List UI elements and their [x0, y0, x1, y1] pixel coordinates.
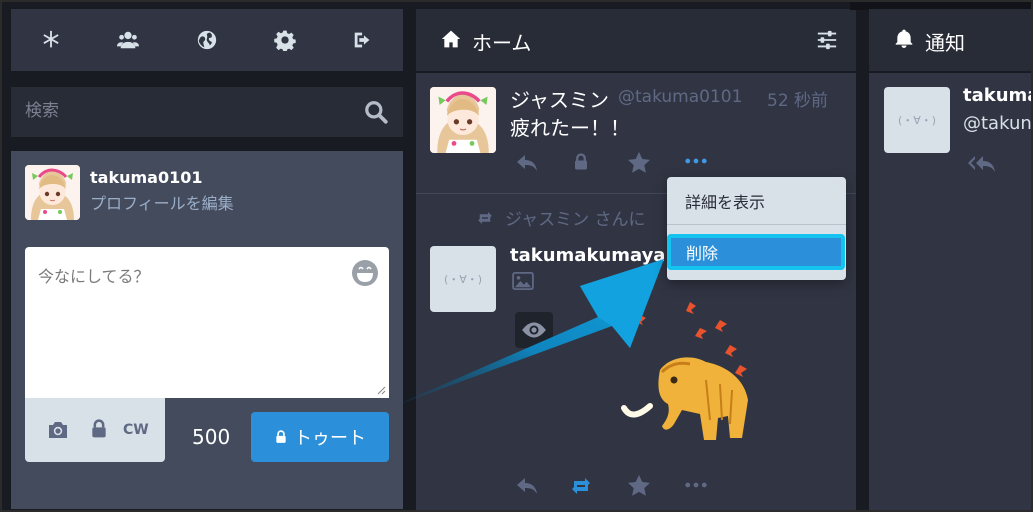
favourite-star-icon[interactable]: [627, 474, 651, 498]
edit-profile-link[interactable]: プロフィールを編集: [90, 190, 234, 214]
home-icon: [441, 30, 461, 48]
my-username[interactable]: takuma0101: [90, 168, 202, 187]
resize-grip-icon[interactable]: [376, 385, 386, 395]
notifications-column-header: 通知: [869, 9, 1033, 71]
notification-avatar[interactable]: (・∀・): [884, 87, 950, 153]
reblog-notice-text[interactable]: ジャスミン さんに: [505, 205, 646, 230]
users-icon[interactable]: [114, 26, 142, 54]
status-avatar[interactable]: [430, 87, 496, 153]
globe-icon[interactable]: [193, 26, 221, 54]
notifications-column-title[interactable]: 通知: [925, 27, 965, 56]
status-display-name[interactable]: takumakumayak: [510, 245, 677, 266]
gear-icon[interactable]: [271, 26, 299, 54]
more-ellipsis-icon[interactable]: [685, 157, 707, 165]
toot-button-label: トゥート: [294, 428, 366, 449]
lock-icon: [276, 430, 286, 443]
menu-item-delete[interactable]: 削除: [667, 234, 845, 270]
bell-icon: [895, 29, 913, 48]
menu-divider: [667, 224, 846, 225]
search-input[interactable]: [25, 101, 345, 121]
media-visibility-toggle[interactable]: [515, 312, 553, 348]
notification-acct[interactable]: @takun: [963, 113, 1032, 134]
menu-item-delete-label: 削除: [686, 244, 719, 263]
camera-icon[interactable]: [45, 418, 71, 442]
home-column-header: ホーム: [416, 9, 856, 71]
home-column-title[interactable]: ホーム: [472, 27, 531, 56]
reblog-notice: ジャスミン さんに: [475, 205, 646, 230]
status-timestamp[interactable]: 52 秒前: [767, 86, 828, 111]
eye-icon: [522, 322, 546, 338]
column-settings-icon[interactable]: [816, 29, 838, 51]
compose-textarea[interactable]: [38, 263, 338, 373]
character-counter: 500: [192, 425, 231, 449]
image-icon: [512, 272, 534, 290]
favourite-star-icon[interactable]: [627, 151, 651, 175]
compose-tools: CW: [25, 398, 165, 462]
status-acct[interactable]: @takuma0101: [618, 87, 742, 107]
lock-icon[interactable]: [89, 418, 109, 440]
lock-icon: [572, 152, 590, 172]
mastodon-image[interactable]: [600, 290, 770, 450]
more-ellipsis-icon[interactable]: [685, 481, 707, 489]
search-icon[interactable]: [363, 99, 389, 125]
retweet-icon: [478, 211, 492, 224]
toot-button[interactable]: トゥート: [251, 412, 389, 462]
status-display-name[interactable]: ジャスミン: [510, 84, 609, 113]
logout-icon[interactable]: [349, 26, 377, 54]
asterisk-icon[interactable]: [37, 26, 65, 54]
reply-all-icon[interactable]: [967, 152, 997, 176]
reply-icon[interactable]: [514, 151, 540, 175]
cw-button[interactable]: CW: [123, 422, 149, 438]
boost-icon[interactable]: [567, 474, 595, 498]
my-avatar[interactable]: [25, 165, 80, 220]
drawer-nav: [11, 9, 403, 71]
search-bar: [11, 87, 403, 137]
status-content: 疲れたー！！: [510, 116, 630, 140]
compose-box: [25, 247, 389, 398]
notification-name[interactable]: takuma: [963, 85, 1033, 106]
reply-icon[interactable]: [514, 474, 540, 498]
status-avatar[interactable]: (・∀・): [430, 246, 496, 312]
menu-item-show-details[interactable]: 詳細を表示: [685, 189, 765, 213]
emoji-picker-icon[interactable]: [351, 259, 379, 287]
